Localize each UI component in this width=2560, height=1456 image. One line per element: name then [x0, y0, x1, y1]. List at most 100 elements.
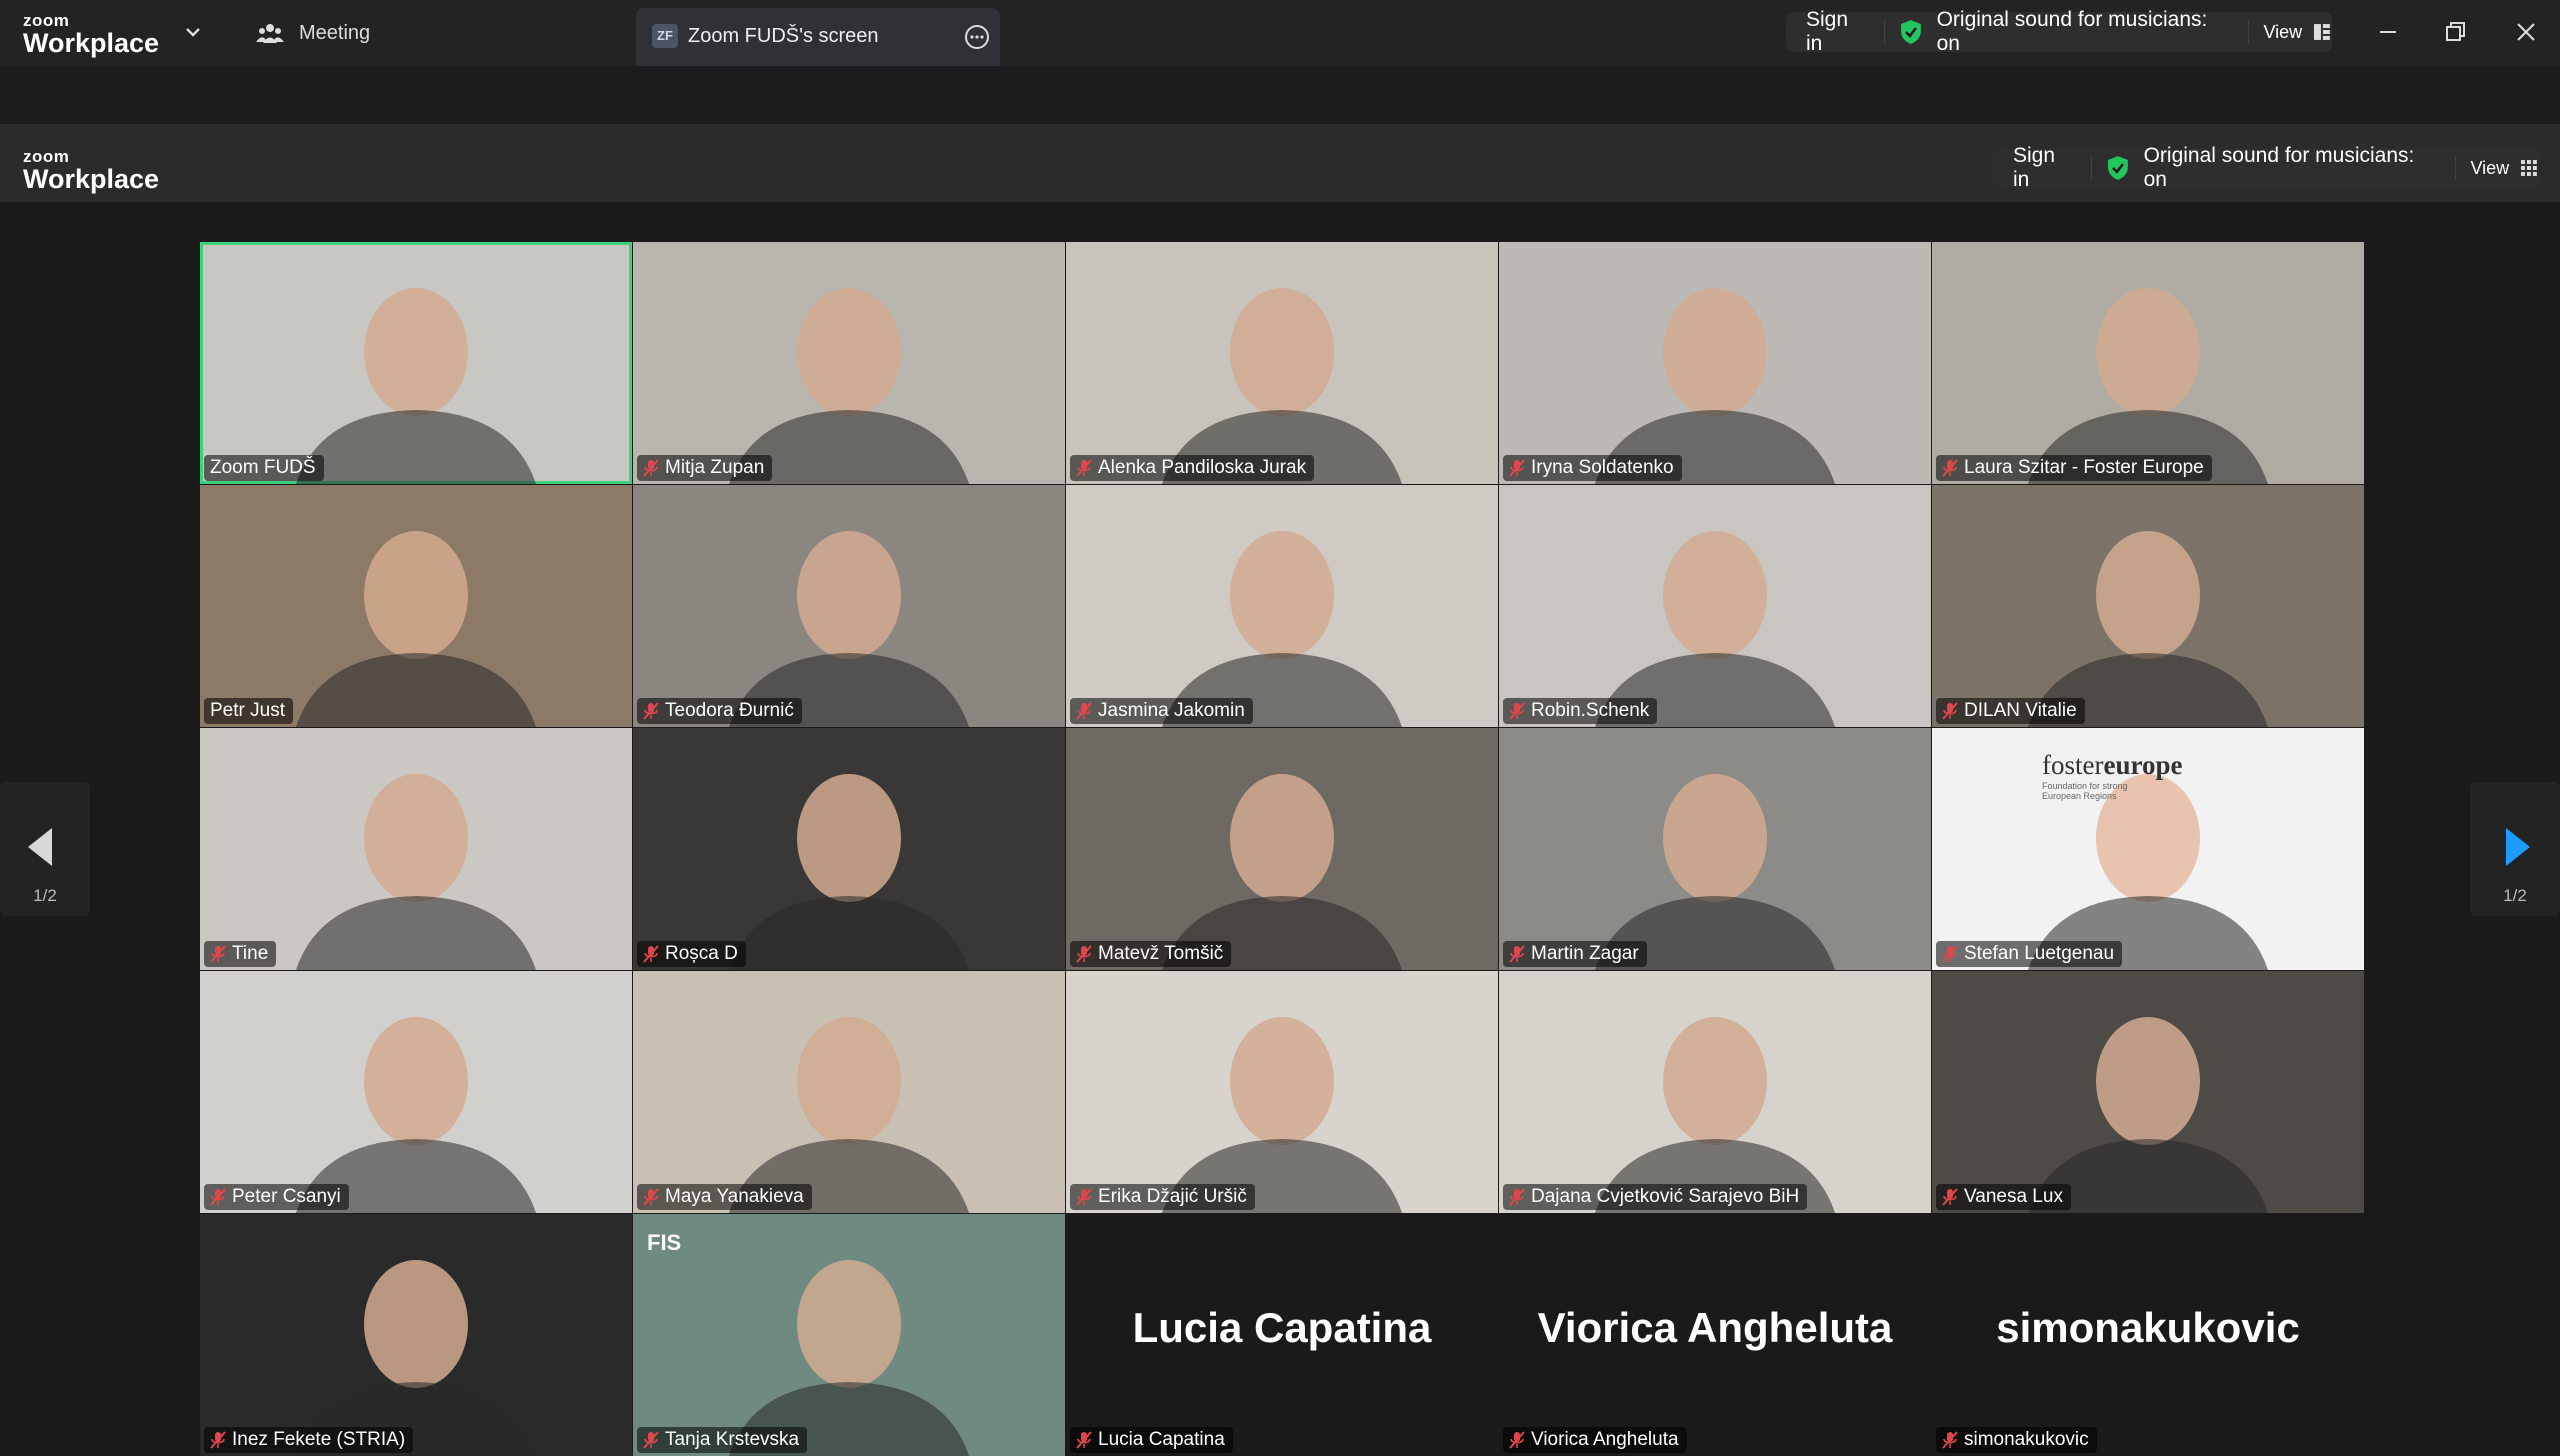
participant-tile[interactable]: Teodora Đurnić [633, 485, 1065, 727]
more-icon[interactable] [964, 24, 990, 50]
participant-tile[interactable]: Mitja Zupan [633, 242, 1065, 484]
view-button[interactable]: View [2470, 158, 2509, 179]
participant-video [1162, 288, 1402, 484]
participant-tile-no-video[interactable]: Lucia Capatina Lucia Capatina [1066, 1214, 1498, 1456]
foster-europe-logo: fostereurope Foundation for strong Europea… [2042, 750, 2182, 801]
participant-name: simonakukovic [1964, 1429, 2089, 1450]
participant-display-name: simonakukovic [1996, 1304, 2300, 1351]
participant-tile[interactable]: Laura Szitar - Foster Europe [1932, 242, 2364, 484]
participant-tile[interactable]: Iryna Soldatenko [1499, 242, 1931, 484]
participant-name: Iryna Soldatenko [1531, 457, 1674, 478]
participant-tile[interactable]: Roșca D [633, 728, 1065, 970]
tab-shared-screen[interactable]: ZF Zoom FUDŠ's screen [636, 8, 1000, 66]
mic-muted-icon [1509, 1431, 1525, 1449]
participant-video [729, 288, 969, 484]
participant-name: Viorica Angheluta [1531, 1429, 1679, 1450]
top-toolbar: Sign in Original sound for musicians: on… [1786, 8, 2332, 55]
participant-name: Robin.Schenk [1531, 700, 1650, 721]
tab-meeting[interactable]: Meeting [255, 18, 370, 48]
original-sound-status[interactable]: Original sound for musicians: on [1937, 8, 2235, 56]
participant-video [1595, 531, 1835, 727]
mic-muted-icon [1076, 1188, 1092, 1206]
participant-name: Inez Fekete (STRIA) [232, 1429, 406, 1450]
participant-tile[interactable]: Maya Yanakieva [633, 971, 1065, 1213]
shared-toolbar: Sign in Original sound for musicians: on… [1993, 144, 2539, 191]
participant-tile[interactable]: Erika Džajić Uršič [1066, 971, 1498, 1213]
participant-video [296, 774, 536, 970]
participant-name-label: Maya Yanakieva [637, 1184, 812, 1210]
participant-name-label: Tine [204, 941, 277, 967]
participant-name-label: Matevž Tomšič [1070, 941, 1232, 967]
next-page-button[interactable]: 1/2 [2470, 782, 2560, 916]
participant-tile[interactable]: Petr Just [200, 485, 632, 727]
mic-muted-icon [1076, 1431, 1092, 1449]
participant-name: Peter Csanyi [232, 1186, 341, 1207]
participant-tile[interactable]: Zoom FUDŠ [200, 242, 632, 484]
participant-tile[interactable]: Peter Csanyi [200, 971, 632, 1213]
participant-name: Dajana Cvjetković Sarajevo BiH [1531, 1186, 1800, 1207]
view-button[interactable]: View [2263, 22, 2302, 43]
tab-meeting-label: Meeting [299, 21, 371, 44]
sign-in-button[interactable]: Sign in [1806, 8, 1870, 56]
prev-page-button[interactable]: 1/2 [0, 782, 90, 916]
mic-muted-icon [643, 945, 659, 963]
participant-tile[interactable]: Martin Zagar [1499, 728, 1931, 970]
participant-tile[interactable]: Alenka Pandiloska Jurak [1066, 242, 1498, 484]
participant-video [1595, 288, 1835, 484]
minimize-icon[interactable] [2374, 18, 2402, 46]
divider [1883, 20, 1885, 44]
participant-name-label: Teodora Đurnić [637, 698, 802, 724]
participant-tile-no-video[interactable]: Viorica Angheluta Viorica Angheluta [1499, 1214, 1931, 1456]
fis-logo: FIS [647, 1230, 682, 1255]
grid-icon[interactable] [2519, 158, 2539, 178]
participant-tile[interactable]: Matevž Tomšič [1066, 728, 1498, 970]
participant-video [296, 1260, 536, 1456]
participant-tile[interactable]: Vanesa Lux [1932, 971, 2364, 1213]
toolbar-strip [0, 66, 2560, 124]
participant-name: Jasmina Jakomin [1098, 700, 1245, 721]
participant-name-label: Zoom FUDŠ [204, 455, 324, 481]
participant-video [1595, 774, 1835, 970]
participant-video [2028, 1017, 2268, 1213]
participant-name: Martin Zagar [1531, 943, 1639, 964]
sign-in-button[interactable]: Sign in [2013, 144, 2077, 192]
participant-video [1162, 531, 1402, 727]
chevron-down-icon[interactable] [183, 22, 203, 42]
participant-name-label: Laura Szitar - Foster Europe [1936, 455, 2212, 481]
window-title-bar: zoom Workplace Meeting ZF Zoom FUDŠ's sc… [0, 0, 2560, 66]
participant-name: Erika Džajić Uršič [1098, 1186, 1247, 1207]
prev-arrow-icon [28, 828, 52, 866]
participant-tile[interactable]: FIS Tanja Krstevska [633, 1214, 1065, 1456]
logo-tagline: European Regions [2042, 791, 2117, 801]
tab-shared-screen-label: Zoom FUDŠ's screen [688, 25, 879, 47]
restore-icon[interactable] [2441, 18, 2469, 46]
participant-name-label: Dajana Cvjetković Sarajevo BiH [1503, 1184, 1808, 1210]
participant-tile[interactable]: Dajana Cvjetković Sarajevo BiH [1499, 971, 1931, 1213]
page-indicator: 1/2 [33, 886, 57, 905]
mic-muted-icon [1942, 1431, 1958, 1449]
participant-name: Lucia Capatina [1098, 1429, 1225, 1450]
participant-name-label: Mitja Zupan [637, 455, 773, 481]
participant-video [2028, 288, 2268, 484]
participant-tile[interactable]: DILAN Vitalie [1932, 485, 2364, 727]
participant-name-label: Robin.Schenk [1503, 698, 1658, 724]
participant-name-label: Petr Just [204, 698, 293, 724]
participant-tile[interactable]: Robin.Schenk [1499, 485, 1931, 727]
mic-muted-icon [1076, 702, 1092, 720]
participant-video [296, 288, 536, 484]
participant-name-label: Iryna Soldatenko [1503, 455, 1682, 481]
original-sound-status[interactable]: Original sound for musicians: on [2144, 144, 2442, 192]
participant-tile[interactable]: Jasmina Jakomin [1066, 485, 1498, 727]
participant-display-name: Viorica Angheluta [1537, 1304, 1893, 1351]
participant-tile-no-video[interactable]: simonakukovic simonakukovic [1932, 1214, 2364, 1456]
participant-name-label: Erika Džajić Uršič [1070, 1184, 1255, 1210]
participant-name-label: Roșca D [637, 941, 746, 967]
participant-tile[interactable]: fostereurope Foundation for strong Europea… [1932, 728, 2364, 970]
participant-tile[interactable]: Tine [200, 728, 632, 970]
participant-tile[interactable]: Inez Fekete (STRIA) [200, 1214, 632, 1456]
close-icon[interactable] [2512, 18, 2540, 46]
meeting-icon [256, 24, 284, 43]
participant-name-label: Stefan Luetgenau [1936, 941, 2123, 967]
shield-check-icon [1900, 20, 1921, 44]
grid-icon[interactable] [2312, 22, 2332, 42]
